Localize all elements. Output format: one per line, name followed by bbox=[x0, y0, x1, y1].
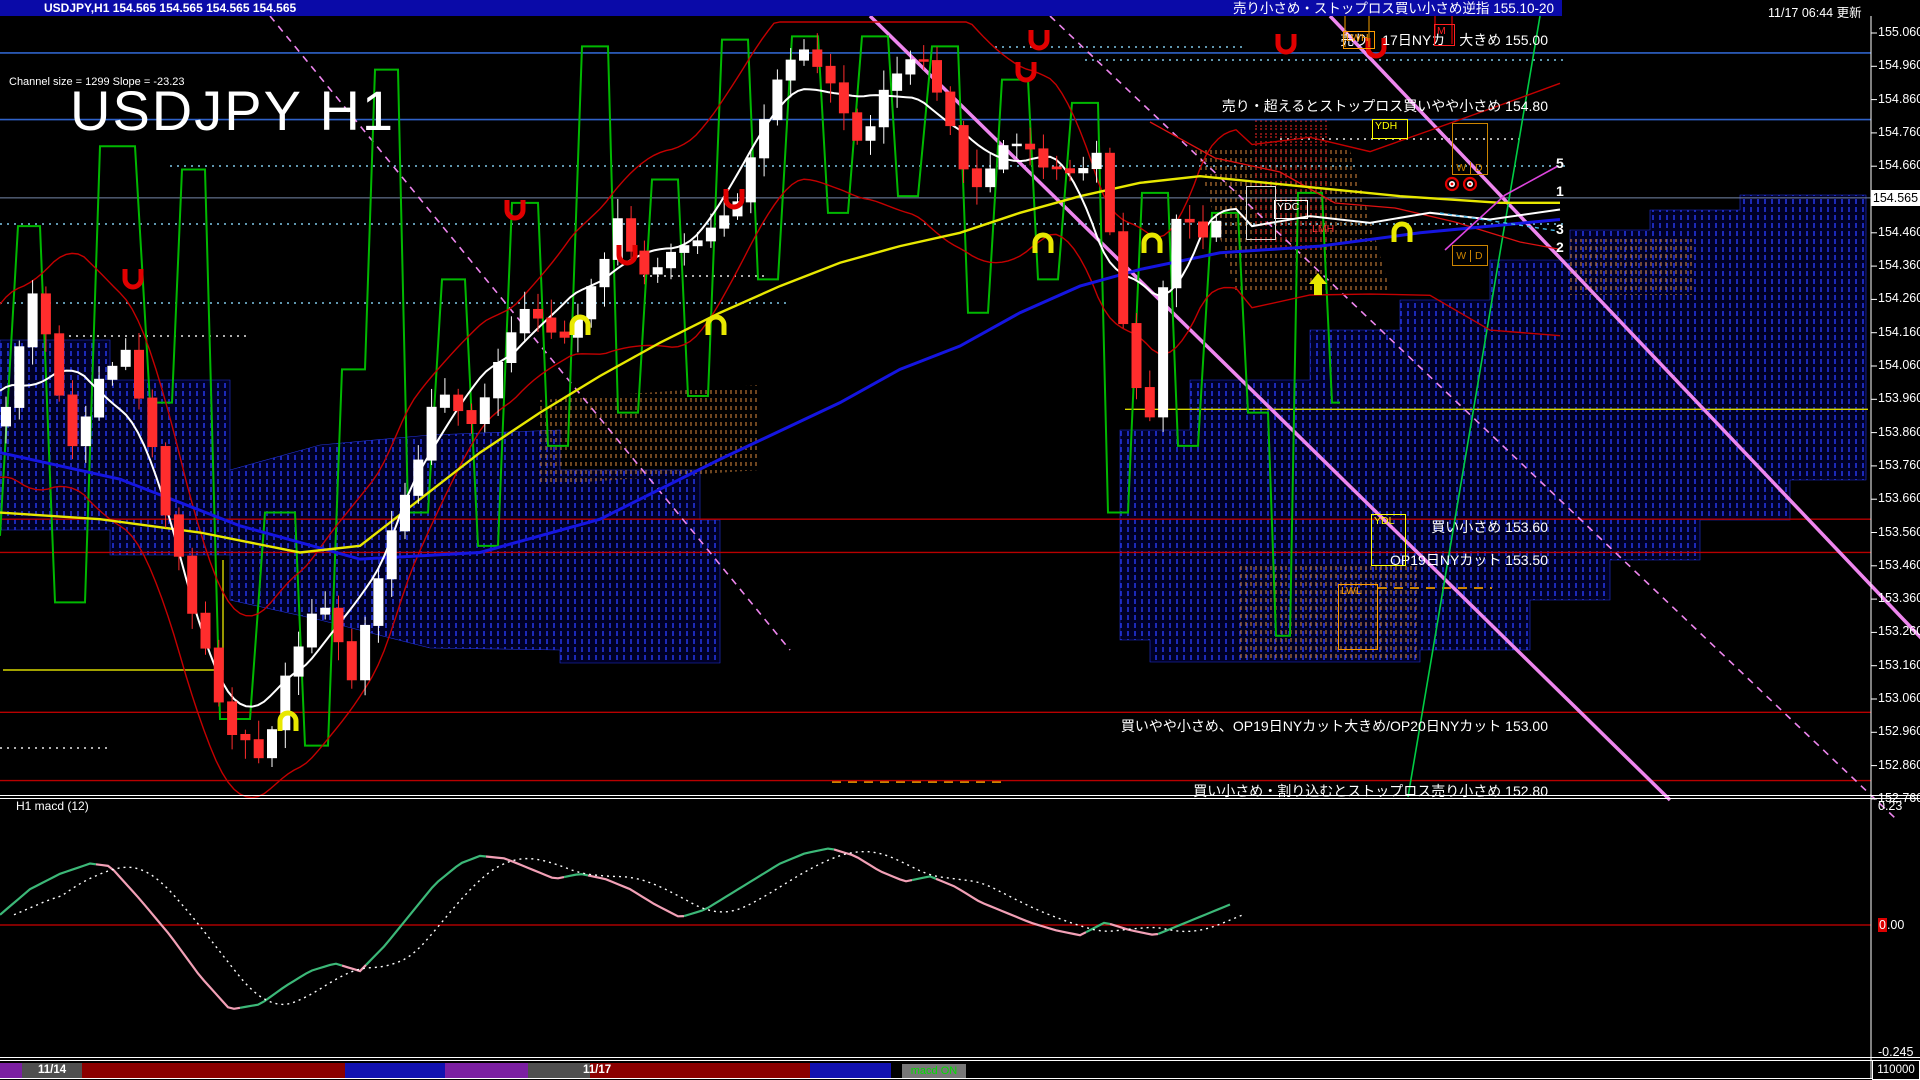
channel-info-label: Channel size = 1299 Slope = -23.23 bbox=[9, 76, 185, 88]
time-strip-segment[interactable] bbox=[528, 1063, 590, 1078]
time-strip-segment[interactable] bbox=[590, 1063, 810, 1078]
buy-signal-icon bbox=[1394, 224, 1410, 242]
tag-box-ydl: YDL bbox=[1371, 514, 1406, 566]
tag-box-ydc: YDC bbox=[1274, 200, 1308, 219]
price-tick-label: 154.060 bbox=[1878, 358, 1920, 372]
wd-box: WD bbox=[1452, 245, 1488, 266]
trade-annotation: OP19日NYカット 153.50 bbox=[1390, 550, 1548, 570]
line-endpoint-label: 3 bbox=[1556, 221, 1564, 237]
price-tick-label: 154.860 bbox=[1878, 92, 1920, 106]
price-tick-label: 154.160 bbox=[1878, 325, 1920, 339]
macd-signal-line bbox=[14, 852, 1244, 1005]
price-tick-label: 154.260 bbox=[1878, 291, 1920, 305]
tag-box-lmh: LMH bbox=[1310, 223, 1340, 237]
axis-ticks bbox=[1871, 33, 1877, 799]
order-note-overlay: 売り小さめ・ストップロス買い小さめ逆指 155.10-20 bbox=[1233, 1, 1554, 16]
price-tick-label: 153.560 bbox=[1878, 525, 1920, 539]
macd-scale-bottom: -0.245 bbox=[1878, 1045, 1913, 1059]
price-tick-label: 153.660 bbox=[1878, 491, 1920, 505]
time-strip-segment[interactable] bbox=[891, 1063, 1870, 1078]
sell-signal-icon bbox=[125, 269, 141, 287]
kumo-cloud bbox=[0, 120, 1866, 663]
price-tick-label: 152.960 bbox=[1878, 724, 1920, 738]
price-tick-label: 154.660 bbox=[1878, 158, 1920, 172]
update-timestamp: 11/17 06:44 更新 bbox=[1768, 2, 1862, 21]
macd-scale-top: 0.23 bbox=[1878, 799, 1902, 813]
sell-signal-icon bbox=[1278, 34, 1294, 52]
macd-zero-tag: 0.00 bbox=[1878, 918, 1904, 932]
chart-canvas[interactable] bbox=[0, 0, 1920, 1080]
tag-box-m: M bbox=[1434, 24, 1455, 46]
sell-signal-icon bbox=[1018, 62, 1034, 80]
tag-box-lwh: LWH bbox=[1343, 31, 1375, 49]
trade-annotation: 買い小さめ 153.60 bbox=[1431, 517, 1548, 537]
price-tick-label: 154.360 bbox=[1878, 258, 1920, 272]
line-endpoint-label: 5 bbox=[1556, 155, 1564, 171]
time-strip-segment[interactable] bbox=[810, 1063, 891, 1078]
trade-annotation: 売り・超えるとストップロス買いやや小さめ 154.80 bbox=[1222, 96, 1548, 116]
price-tick-label: 153.160 bbox=[1878, 658, 1920, 672]
wd-box: WD bbox=[1452, 123, 1488, 175]
tag-box-lwl: LWL bbox=[1338, 584, 1378, 650]
buy-signal-icon bbox=[1144, 235, 1160, 253]
macd-on-button[interactable]: macd ON bbox=[902, 1064, 966, 1078]
price-tick-label: 153.960 bbox=[1878, 391, 1920, 405]
price-tick-label: 153.260 bbox=[1878, 624, 1920, 638]
buy-signal-icon bbox=[708, 317, 724, 335]
macd-pane bbox=[0, 849, 1871, 1009]
price-tick-label: 153.460 bbox=[1878, 558, 1920, 572]
tag-box-ydh: YDH bbox=[1372, 119, 1408, 139]
time-strip-segment[interactable] bbox=[82, 1063, 345, 1078]
trade-annotation: 買い小さめ・割り込むとストップロス売り小さめ 152.80 bbox=[1193, 781, 1548, 801]
chart-window: USDJPY,H1 154.565 154.565 154.565 154.56… bbox=[0, 0, 1920, 1080]
macd-indicator-label: H1 macd (12) bbox=[16, 799, 89, 813]
price-tick-label: 154.760 bbox=[1878, 125, 1920, 139]
window-title: USDJPY,H1 154.565 154.565 154.565 154.56… bbox=[0, 1, 296, 15]
marker-box bbox=[1246, 186, 1276, 240]
time-strip-segment[interactable] bbox=[445, 1063, 528, 1078]
buy-signal-icon bbox=[1035, 235, 1051, 253]
volume-scale-label: 110000 bbox=[1872, 1060, 1920, 1080]
time-strip-segment[interactable] bbox=[0, 1063, 22, 1078]
current-price-tag: 154.565 bbox=[1871, 190, 1920, 206]
price-tick-label: 155.060 bbox=[1878, 25, 1920, 39]
time-strip-segment[interactable] bbox=[345, 1063, 445, 1078]
price-tick-label: 153.360 bbox=[1878, 591, 1920, 605]
price-tick-label: 153.060 bbox=[1878, 691, 1920, 705]
price-tick-label: 154.960 bbox=[1878, 58, 1920, 72]
price-tick-label: 153.860 bbox=[1878, 425, 1920, 439]
price-tick-label: 154.460 bbox=[1878, 225, 1920, 239]
line-endpoint-label: 1 bbox=[1556, 183, 1564, 199]
price-tick-label: 152.860 bbox=[1878, 758, 1920, 772]
date-label: 11/17 bbox=[583, 1064, 611, 1076]
window-title-bar[interactable]: USDJPY,H1 154.565 154.565 154.565 154.56… bbox=[0, 0, 1562, 16]
trade-annotation: 買いやや小さめ、OP19日NYカット大きめ/OP20日NYカット 153.00 bbox=[1121, 716, 1548, 736]
price-tick-label: 153.760 bbox=[1878, 458, 1920, 472]
line-endpoint-label: 2 bbox=[1556, 239, 1564, 255]
date-label: 11/14 bbox=[38, 1064, 66, 1076]
sell-signal-icon bbox=[1031, 30, 1047, 48]
